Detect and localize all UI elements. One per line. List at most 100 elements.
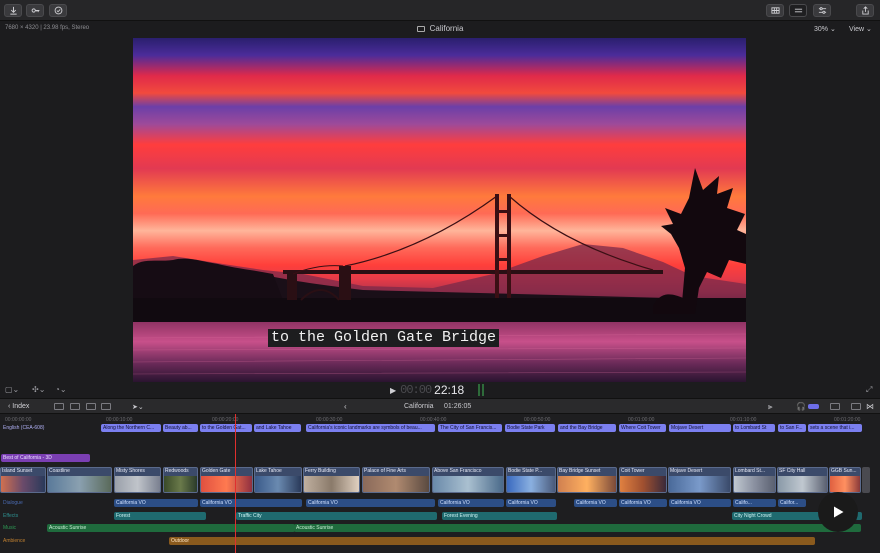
viewer-header: 7680 × 4320 | 23.98 fps, Stereo Californ… xyxy=(0,21,880,37)
inspector-toggle-button[interactable] xyxy=(813,4,831,17)
import-button[interactable] xyxy=(4,4,22,17)
video-clip[interactable]: Lombard St... xyxy=(733,467,776,493)
connect-clip-icon[interactable] xyxy=(101,403,111,410)
video-clip[interactable]: Bay Bridge Sunset xyxy=(557,467,617,493)
caption-clip[interactable]: Along the Northern C... xyxy=(101,424,161,432)
caption-clip[interactable]: California's iconic landmarks are symbol… xyxy=(306,424,435,432)
effects-browser-icon[interactable]: ⋈ xyxy=(866,402,874,411)
ambience-clip[interactable]: Outdoor xyxy=(169,537,815,545)
video-clip[interactable]: Above San Francisco xyxy=(432,467,504,493)
effects-clip[interactable]: Traffic City xyxy=(236,512,437,520)
keywords-button[interactable] xyxy=(26,4,44,17)
caption-clip[interactable]: Bodie State Park xyxy=(505,424,555,432)
viewer-canvas[interactable]: to the Golden Gate Bridge xyxy=(133,38,746,382)
video-clip[interactable]: Lake Tahoe xyxy=(254,467,302,493)
audio-skimming-icon[interactable]: ⫸ xyxy=(768,402,773,412)
video-clip-label: GGB Sun... xyxy=(831,468,857,474)
video-clip[interactable]: Palace of Fine Arts xyxy=(362,467,430,493)
viewer-options-icon[interactable]: ▢⌄ xyxy=(5,385,19,394)
playhead[interactable] xyxy=(235,414,236,553)
ruler-tick: 00:01:20:00 xyxy=(834,417,861,423)
clip-thumbnail xyxy=(558,476,616,492)
dialogue-clip[interactable]: California VO xyxy=(506,499,556,507)
insert-clip-icon[interactable] xyxy=(70,403,80,410)
dialogue-clip[interactable]: California VO xyxy=(574,499,617,507)
enhancements-icon[interactable]: ✣⌄ xyxy=(32,385,45,394)
play-overlay-button[interactable] xyxy=(818,492,858,532)
clip-thumbnail xyxy=(507,476,555,492)
timeline-toggle-button[interactable] xyxy=(789,4,807,17)
effects-clip[interactable]: Forest Evening xyxy=(442,512,557,520)
music-clip[interactable]: Acoustic Sunrise xyxy=(294,524,861,532)
caption-clip[interactable]: to the Golden Gat... xyxy=(200,424,252,432)
select-tool-icon[interactable]: ➤⌄ xyxy=(132,403,144,411)
project-duration: 01:26:05 xyxy=(444,403,472,410)
dialogue-clip[interactable]: California VO xyxy=(200,499,302,507)
caption-clip[interactable]: Where Coit Tower xyxy=(619,424,666,432)
video-clip[interactable]: Golden Gate xyxy=(200,467,253,493)
video-clip-label: SF City Hall xyxy=(779,468,806,474)
timeline[interactable]: 00:00:00:00 00:00:10:00 00:00:20:00 00:0… xyxy=(0,414,880,553)
zoom-dropdown[interactable]: 30% ⌄ xyxy=(814,25,836,33)
snapping-icon[interactable] xyxy=(830,403,840,410)
sliders-icon xyxy=(818,7,826,14)
index-button[interactable]: ‹ Index xyxy=(8,403,29,410)
solo-toggle[interactable] xyxy=(808,404,819,409)
dialogue-clip[interactable]: Califor... xyxy=(778,499,806,507)
dialogue-clip[interactable]: California VO xyxy=(438,499,504,507)
effects-clip[interactable]: Forest xyxy=(114,512,206,520)
timeline-header: ‹ Index ➤⌄ ‹ California 01:26:05 ⫸ 🎧 ⋈ xyxy=(0,398,880,414)
clip-thumbnail xyxy=(201,476,252,492)
dialogue-clip[interactable]: California VO xyxy=(306,499,435,507)
caption-clip[interactable]: The City of San Francis... xyxy=(438,424,502,432)
append-clip-icon[interactable] xyxy=(54,403,64,410)
clip-appearance-icon[interactable] xyxy=(851,403,861,410)
clip-thumbnail xyxy=(669,476,730,492)
film-strip-icon xyxy=(416,26,425,32)
video-clip[interactable]: GGB Sun... xyxy=(829,467,861,493)
video-clip[interactable]: Coit Tower xyxy=(619,467,667,493)
fullscreen-icon[interactable]: ⤢ xyxy=(866,385,872,395)
top-toolbar xyxy=(0,0,880,21)
clip-thumbnail xyxy=(830,476,860,492)
caption-clip[interactable]: Beauty ab... xyxy=(163,424,198,432)
share-button[interactable] xyxy=(856,4,874,17)
browser-toggle-button[interactable] xyxy=(766,4,784,17)
video-clip[interactable]: Island Sunset xyxy=(0,467,46,493)
project-name: California xyxy=(404,403,434,410)
dialogue-clip[interactable]: California VO xyxy=(619,499,667,507)
ruler-tick: 00:00:00:00 xyxy=(5,417,32,423)
video-clip[interactable]: Redwoods xyxy=(163,467,198,493)
music-clip[interactable]: Acoustic Sunrise xyxy=(47,524,295,532)
video-clip[interactable]: Mojave Desert xyxy=(668,467,731,493)
dialogue-clip[interactable]: California VO xyxy=(114,499,198,507)
view-menu[interactable]: View ⌄ xyxy=(849,25,872,33)
headphones-icon[interactable]: 🎧 xyxy=(796,402,806,411)
video-clip[interactable]: SF City Hall xyxy=(777,467,828,493)
video-clip[interactable]: Coastline xyxy=(47,467,112,493)
retime-icon[interactable]: ◔⌄ xyxy=(55,385,67,394)
viewer-title-text: California xyxy=(429,24,464,33)
timecode-display[interactable]: ▶ 00:00 22:18 xyxy=(390,383,485,397)
title-clip[interactable]: Best of California - 3D xyxy=(1,454,90,462)
dialogue-clip[interactable]: Califo... xyxy=(733,499,776,507)
caption-clip[interactable]: sets a scene that i... xyxy=(808,424,862,432)
caption-clip[interactable]: and the Bay Bridge xyxy=(558,424,616,432)
video-clip[interactable]: Bodie State P... xyxy=(506,467,556,493)
background-tasks-button[interactable] xyxy=(49,4,67,17)
back-arrow-icon[interactable]: ‹ xyxy=(344,402,347,411)
caption-clip[interactable]: to Lombard St xyxy=(733,424,775,432)
overwrite-clip-icon[interactable] xyxy=(86,403,96,410)
viewer-title: California xyxy=(0,24,880,33)
caption-clip[interactable]: and Lake Tahoe xyxy=(254,424,301,432)
ruler-tick: 00:01:10:00 xyxy=(730,417,757,423)
video-clip[interactable]: Misty Shores xyxy=(114,467,161,493)
dialogue-clip[interactable]: California VO xyxy=(669,499,731,507)
video-clip-label: Island Sunset xyxy=(2,468,33,474)
timeline-scrollbar[interactable] xyxy=(862,467,870,493)
caption-clip[interactable]: Mojave Desert xyxy=(669,424,731,432)
video-clip[interactable]: Ferry Building xyxy=(303,467,360,493)
caption-clip[interactable]: to San F... xyxy=(778,424,806,432)
timeline-ruler[interactable]: 00:00:00:00 00:00:10:00 00:00:20:00 00:0… xyxy=(0,414,880,424)
play-icon[interactable]: ▶ xyxy=(390,386,396,395)
